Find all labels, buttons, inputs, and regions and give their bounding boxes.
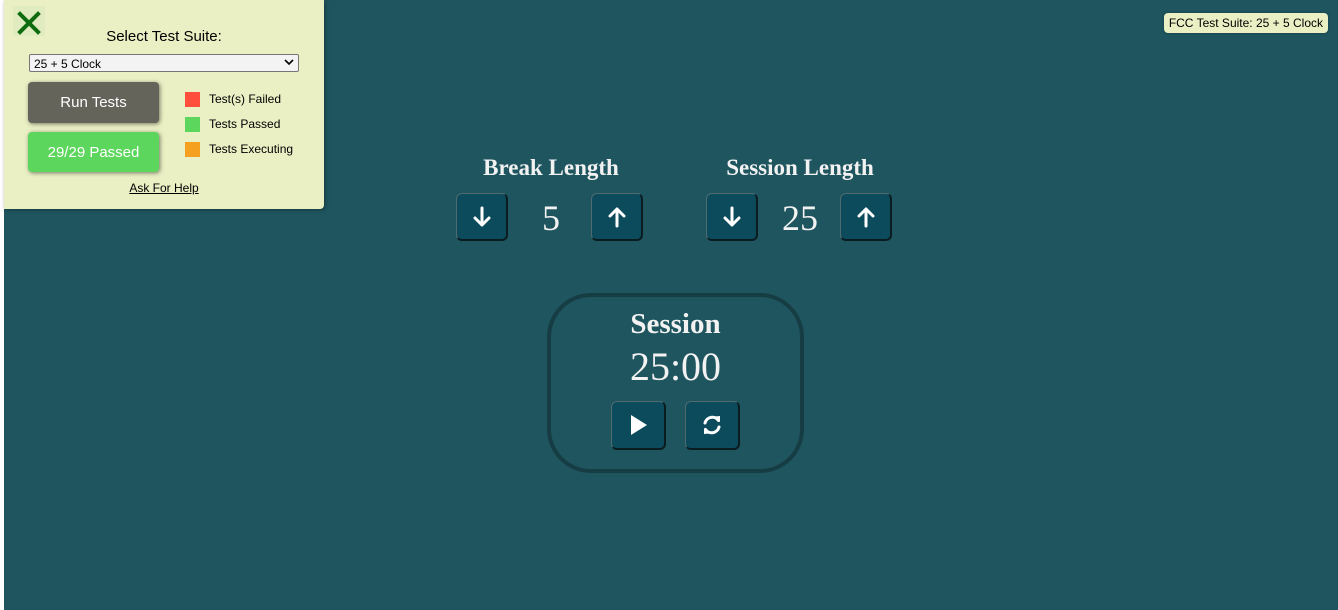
start-stop-button[interactable]: [611, 401, 666, 450]
legend-label: Tests Passed: [209, 117, 281, 131]
tests-passed-button[interactable]: 29/29 Passed: [28, 132, 159, 172]
refresh-icon: [703, 415, 721, 435]
legend-label: Test(s) Failed: [209, 92, 282, 106]
legend-swatch: [185, 117, 200, 132]
suite-select-label: Select Test Suite:: [106, 28, 222, 45]
test-suite-panel: Select Test Suite: 25 + 5 Clock Run Test…: [4, 0, 324, 209]
break-increment-button[interactable]: [591, 193, 643, 241]
session-length-label: Session Length: [726, 155, 874, 180]
legend-label: Tests Executing: [209, 142, 294, 156]
suite-select-value: 25 + 5 Clock: [34, 57, 102, 71]
arrow-up-icon: [857, 207, 874, 227]
break-length-label: Break Length: [483, 155, 619, 180]
timer-label: Session: [630, 308, 721, 340]
break-length-value: 5: [542, 198, 560, 238]
reset-button[interactable]: [685, 401, 740, 450]
run-tests-button[interactable]: Run Tests: [28, 82, 159, 123]
time-left-display: 25:00: [629, 344, 722, 389]
chevron-down-icon: [284, 59, 294, 66]
arrow-down-icon: [473, 206, 490, 226]
arrow-down-icon: [723, 206, 740, 226]
test-suite-badge: FCC Test Suite: 25 + 5 Clock: [1163, 13, 1328, 33]
legend-swatch: [185, 142, 200, 157]
session-increment-button[interactable]: [840, 193, 892, 241]
play-icon: [631, 415, 647, 435]
legend-swatch: [185, 92, 200, 107]
ask-for-help-link[interactable]: Ask For Help: [4, 181, 324, 195]
break-decrement-button[interactable]: [456, 193, 508, 241]
session-length-value: 25: [782, 198, 818, 238]
suite-select[interactable]: 25 + 5 Clock: [29, 54, 299, 72]
session-decrement-button[interactable]: [706, 193, 758, 241]
arrow-up-icon: [608, 207, 625, 227]
